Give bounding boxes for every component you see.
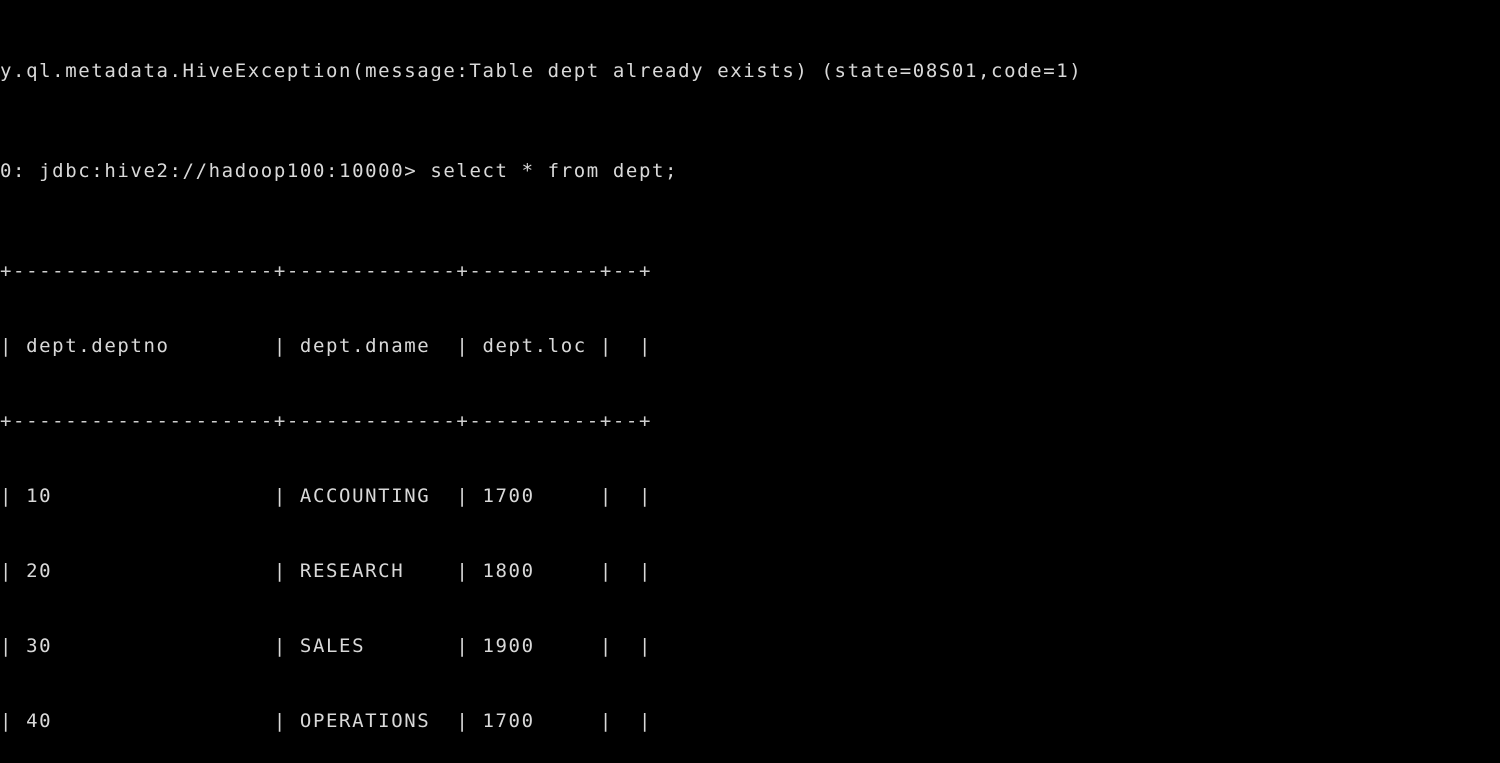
dept-table-header-separator: +--------------------+-------------+----…: [0, 410, 652, 432]
dept-table-header-row: | dept.deptno | dept.dname | dept.loc | …: [0, 335, 652, 357]
table-row: | 30 | SALES | 1900 | |: [0, 635, 652, 657]
terminal-scrollback: y.ql.metadata.HiveException(message:Tabl…: [0, 0, 1500, 763]
dept-table-top-border: +--------------------+-------------+----…: [0, 260, 652, 282]
terminal-window[interactable]: y.ql.metadata.HiveException(message:Tabl…: [0, 0, 1500, 763]
command-dept: select * from dept;: [430, 160, 679, 182]
command-spacer: [417, 160, 430, 182]
table-row: | 10 | ACCOUNTING | 1700 | |: [0, 485, 652, 507]
prompt-line-dept: 0: jdbc:hive2://hadoop100:10000> select …: [0, 159, 1500, 184]
truncated-exception-line: y.ql.metadata.HiveException(message:Tabl…: [0, 60, 1083, 82]
table-row: | 20 | RESEARCH | 1800 | |: [0, 560, 652, 582]
table-row: | 40 | OPERATIONS | 1700 | |: [0, 710, 652, 732]
prompt-text-dept: 0: jdbc:hive2://hadoop100:10000>: [0, 160, 418, 182]
